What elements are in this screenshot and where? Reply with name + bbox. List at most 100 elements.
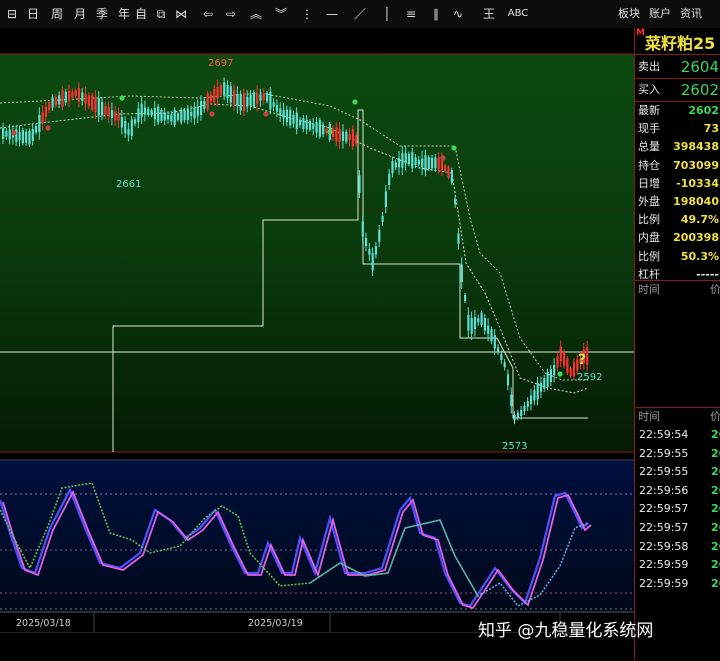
candle-body bbox=[183, 110, 186, 121]
arrow-left-icon[interactable]: ⇦ bbox=[199, 5, 217, 23]
tick-time: 22:59:57 bbox=[639, 521, 689, 534]
horizontal-line-icon[interactable]: — bbox=[323, 5, 341, 23]
arrow-right-icon[interactable]: ⇨ bbox=[222, 5, 240, 23]
stat-row: 现手 73 bbox=[635, 120, 720, 138]
candle-body bbox=[351, 128, 354, 147]
quarterly-period[interactable]: 季 bbox=[93, 5, 111, 23]
candle-body bbox=[417, 159, 420, 165]
candle-body bbox=[266, 92, 269, 102]
ray-icon[interactable]: ／ bbox=[351, 5, 369, 23]
price-header: 价 bbox=[710, 283, 720, 296]
tick-price: 26 bbox=[711, 465, 720, 479]
candle-body bbox=[563, 351, 566, 367]
expand-icon[interactable]: ⧉ bbox=[152, 5, 170, 23]
candle-body bbox=[259, 94, 262, 101]
stat-value: 200398 bbox=[673, 231, 719, 245]
channel-icon[interactable]: ≡ bbox=[402, 5, 420, 23]
candle-body bbox=[209, 94, 213, 102]
sector-button[interactable]: 板块 bbox=[618, 5, 640, 23]
stat-value: 198040 bbox=[673, 195, 719, 208]
candle-body bbox=[18, 132, 21, 141]
stat-label: 最新 bbox=[638, 104, 660, 117]
candlestick-chart[interactable]: 2697 2661 2592 2573? 2025/03/18 2025/03/19 bbox=[0, 28, 634, 632]
candle-body bbox=[150, 110, 153, 116]
candle-body bbox=[431, 157, 434, 169]
zoom-out-icon[interactable]: ︾ bbox=[272, 5, 290, 23]
stat-value: 49.7% bbox=[680, 213, 719, 227]
yearly-period[interactable]: 年 bbox=[115, 5, 133, 23]
candle-body bbox=[160, 109, 163, 121]
signal-dot bbox=[11, 130, 17, 136]
candle-body bbox=[292, 114, 295, 124]
candle-body bbox=[68, 90, 71, 101]
candle-body bbox=[355, 135, 358, 144]
tick-row: 22:59:57 26 bbox=[635, 519, 720, 538]
candle-body bbox=[365, 238, 368, 246]
oscillator-panel[interactable] bbox=[0, 460, 634, 612]
vertical-line-icon[interactable]: │ bbox=[378, 5, 396, 23]
weekly-period[interactable]: 周 bbox=[48, 5, 66, 23]
candle-body bbox=[503, 362, 506, 368]
tick-row: 22:59:56 26 bbox=[635, 482, 720, 501]
shrink-icon[interactable]: ⋈ bbox=[172, 5, 190, 23]
candle-body bbox=[572, 362, 576, 377]
custom-period[interactable]: 自 bbox=[132, 5, 150, 23]
candle-body bbox=[467, 314, 470, 331]
account-button[interactable]: 账户 bbox=[649, 5, 671, 23]
text-tool[interactable]: ABC bbox=[506, 5, 530, 23]
stat-row: 内盘 200398 bbox=[635, 229, 720, 247]
news-button[interactable]: 资讯 bbox=[680, 5, 702, 23]
cursor-icon[interactable]: ⋮ bbox=[298, 5, 316, 23]
candle-body bbox=[487, 325, 490, 334]
monthly-period[interactable]: 月 bbox=[71, 5, 89, 23]
candle-body bbox=[312, 123, 315, 129]
candle-body bbox=[229, 86, 232, 103]
candle-body bbox=[84, 93, 87, 104]
tick-time: 22:59:54 bbox=[639, 428, 689, 441]
candle-body bbox=[536, 382, 539, 400]
price-label: 2592 bbox=[577, 372, 602, 383]
market-badge: M bbox=[636, 28, 645, 38]
candle-body bbox=[41, 112, 44, 123]
signal-dot bbox=[327, 129, 333, 135]
tick-row: 22:59:55 26 bbox=[635, 445, 720, 464]
candle-body bbox=[523, 405, 526, 412]
daily-period[interactable]: 日 bbox=[24, 5, 42, 23]
signal-dot bbox=[209, 111, 215, 117]
signal-dot bbox=[557, 371, 563, 377]
candle-body bbox=[35, 126, 38, 133]
main-chart[interactable]: 2697 2661 2592 2573? 2025/03/18 2025/03/19 bbox=[0, 28, 634, 632]
candle-body bbox=[374, 245, 378, 255]
time-header: 时间 bbox=[638, 283, 660, 296]
fib-icon[interactable]: 王 bbox=[480, 5, 498, 23]
candle-body bbox=[401, 153, 404, 168]
wave-icon[interactable]: ∿ bbox=[449, 5, 467, 23]
stat-row: 外盘 198040 bbox=[635, 193, 720, 211]
candle-body bbox=[130, 119, 133, 137]
candle-body bbox=[216, 86, 219, 99]
candle-body bbox=[421, 158, 424, 168]
bid-label: 买入 bbox=[638, 83, 660, 96]
zoom-in-icon[interactable]: ︽ bbox=[247, 5, 265, 23]
price-label: 2573 bbox=[502, 441, 527, 452]
candle-body bbox=[48, 102, 51, 111]
candle-body bbox=[200, 100, 203, 116]
candle-body bbox=[454, 199, 457, 205]
signal-dot bbox=[451, 145, 457, 151]
candle-body bbox=[226, 84, 229, 99]
candle-body bbox=[404, 153, 407, 164]
candle-body bbox=[71, 91, 74, 98]
candle-body bbox=[77, 87, 81, 102]
candle-body bbox=[348, 134, 351, 141]
candle-body bbox=[203, 100, 206, 109]
candle-body bbox=[74, 90, 77, 96]
candle-body bbox=[58, 95, 61, 105]
candle-body bbox=[51, 97, 54, 108]
candle-body bbox=[318, 119, 321, 137]
parallel-lines-icon[interactable]: ∥ bbox=[427, 5, 445, 23]
bars-icon[interactable]: ⊟ bbox=[3, 5, 21, 23]
stat-value: -10334 bbox=[676, 176, 719, 190]
candle-body bbox=[539, 382, 543, 392]
contract-title[interactable]: M 菜籽粕25 bbox=[635, 28, 720, 55]
tick-row: 22:59:54 26 bbox=[635, 426, 720, 445]
